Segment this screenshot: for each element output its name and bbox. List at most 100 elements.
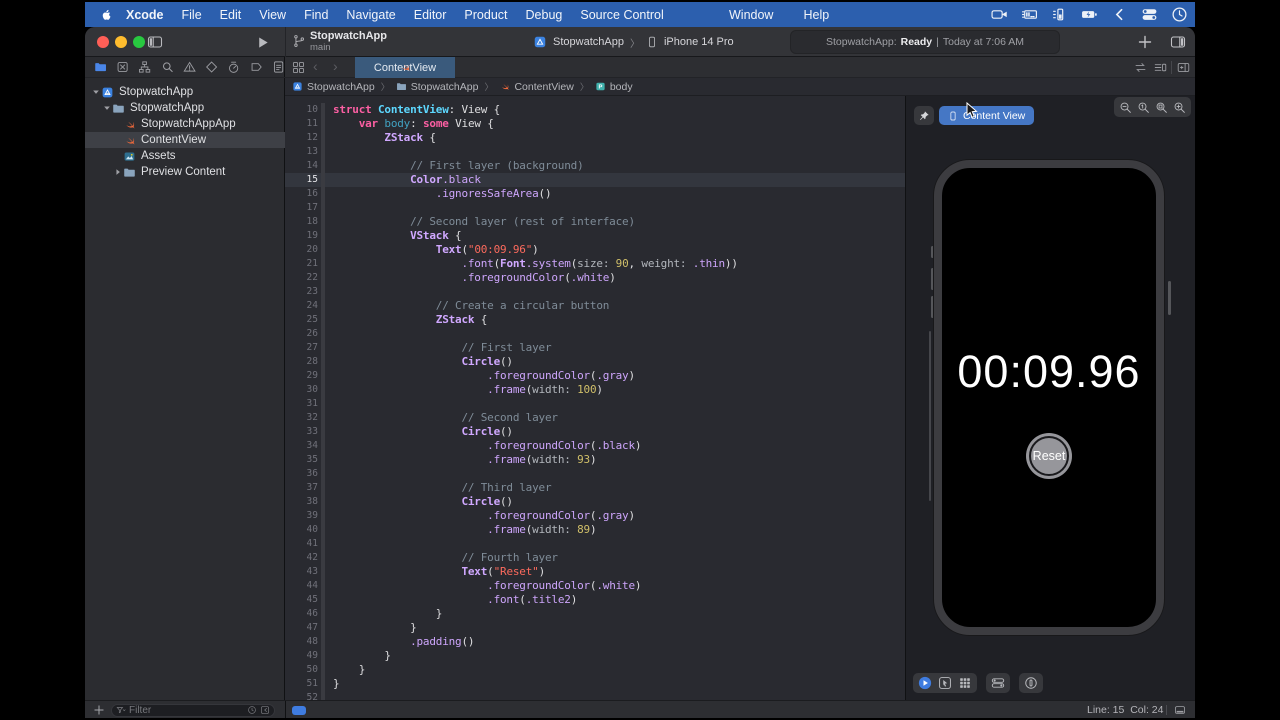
run-button[interactable]: [255, 35, 270, 50]
menu-help[interactable]: Help: [794, 8, 838, 22]
minimize-window-button[interactable]: [115, 36, 127, 48]
code-line-27[interactable]: 27 // First layer: [285, 341, 905, 355]
swap-editor-icon[interactable]: [1134, 61, 1147, 74]
code-line-34[interactable]: 34 .foregroundColor(.black): [285, 439, 905, 453]
screen-recording-icon[interactable]: [991, 6, 1008, 23]
run-destination[interactable]: iPhone 14 Pro: [664, 36, 734, 48]
breadcrumb-stopwatchapp[interactable]: StopwatchApp: [292, 81, 375, 93]
code-line-33[interactable]: 33 Circle(): [285, 425, 905, 439]
menu-debug[interactable]: Debug: [517, 8, 572, 22]
cpu-meter-icon[interactable]: [1021, 6, 1038, 23]
code-line-46[interactable]: 46 }: [285, 607, 905, 621]
code-line-43[interactable]: 43 Text("Reset"): [285, 565, 905, 579]
find-navigator-icon[interactable]: [161, 60, 174, 74]
display-toggles-icon[interactable]: [1141, 6, 1158, 23]
code-line-50[interactable]: 50 }: [285, 663, 905, 677]
source-control-navigator-icon[interactable]: [116, 60, 129, 74]
project-status[interactable]: StopwatchApp main: [292, 30, 387, 53]
breadcrumb-stopwatchapp[interactable]: StopwatchApp: [396, 81, 479, 93]
code-line-37[interactable]: 37 // Third layer: [285, 481, 905, 495]
code-line-48[interactable]: 48 .padding(): [285, 635, 905, 649]
recent-files-clock-icon[interactable]: [247, 705, 257, 715]
tree-item-stopwatchapp[interactable]: StopwatchApp: [85, 84, 285, 100]
code-line-51[interactable]: 51}: [285, 677, 905, 691]
add-editor-icon[interactable]: [1177, 61, 1190, 74]
code-line-30[interactable]: 30 .frame(width: 100): [285, 383, 905, 397]
toggle-inspector-icon[interactable]: [1170, 34, 1186, 50]
scheme-name[interactable]: StopwatchApp: [553, 36, 624, 48]
code-line-22[interactable]: 22 .foregroundColor(.white): [285, 271, 905, 285]
tree-item-assets[interactable]: Assets: [85, 148, 285, 164]
code-line-36[interactable]: 36: [285, 467, 905, 481]
menu-xcode[interactable]: Xcode: [117, 8, 173, 22]
issue-navigator-icon[interactable]: [183, 60, 196, 74]
code-line-39[interactable]: 39 .foregroundColor(.gray): [285, 509, 905, 523]
source-editor[interactable]: 10struct ContentView: View {11 var body:…: [285, 96, 905, 700]
code-line-15[interactable]: 15 Color.black: [285, 173, 905, 187]
zoom-out-icon[interactable]: [1119, 101, 1132, 114]
editor-options-icon[interactable]: [1154, 61, 1167, 74]
battery-icon[interactable]: [1081, 6, 1098, 23]
clock-icon[interactable]: [1171, 6, 1188, 23]
code-line-21[interactable]: 21 .font(Font.system(size: 90, weight: .…: [285, 257, 905, 271]
code-line-18[interactable]: 18 // Second layer (rest of interface): [285, 215, 905, 229]
code-line-11[interactable]: 11 var body: some View {: [285, 117, 905, 131]
code-line-40[interactable]: 40 .frame(width: 89): [285, 523, 905, 537]
symbol-navigator-icon[interactable]: [138, 60, 151, 74]
menu-product[interactable]: Product: [455, 8, 516, 22]
editor-mode-icon[interactable]: [1173, 704, 1187, 716]
environment-overrides-icon[interactable]: [1024, 676, 1038, 690]
zoom-100-icon[interactable]: [1137, 101, 1150, 114]
code-line-42[interactable]: 42 // Fourth layer: [285, 551, 905, 565]
reset-button[interactable]: Reset: [1026, 433, 1072, 479]
code-line-52[interactable]: 52: [285, 691, 905, 700]
menu-find[interactable]: Find: [295, 8, 337, 22]
selectable-mode-icon[interactable]: [938, 676, 952, 690]
library-add-icon[interactable]: [1137, 34, 1153, 50]
code-line-20[interactable]: 20 Text("00:09.96"): [285, 243, 905, 257]
menu-source-control[interactable]: Source Control: [571, 8, 672, 22]
tree-item-stopwatchappapp[interactable]: StopwatchAppApp: [85, 116, 285, 132]
code-line-16[interactable]: 16 .ignoresSafeArea(): [285, 187, 905, 201]
code-line-12[interactable]: 12 ZStack {: [285, 131, 905, 145]
code-line-26[interactable]: 26: [285, 327, 905, 341]
breakpoint-navigator-icon[interactable]: [250, 60, 263, 74]
code-line-38[interactable]: 38 Circle(): [285, 495, 905, 509]
code-line-47[interactable]: 47 }: [285, 621, 905, 635]
code-line-19[interactable]: 19 VStack {: [285, 229, 905, 243]
code-line-35[interactable]: 35 .frame(width: 93): [285, 453, 905, 467]
tree-item-preview-content[interactable]: Preview Content: [85, 164, 285, 180]
menu-window[interactable]: Window: [720, 8, 782, 22]
menu-edit[interactable]: Edit: [211, 8, 251, 22]
code-line-14[interactable]: 14 // First layer (background): [285, 159, 905, 173]
code-line-49[interactable]: 49 }: [285, 649, 905, 663]
code-line-13[interactable]: 13: [285, 145, 905, 159]
chevron-down-icon[interactable]: [102, 103, 112, 113]
code-line-31[interactable]: 31: [285, 397, 905, 411]
memory-meter-icon[interactable]: [1051, 6, 1068, 23]
code-line-23[interactable]: 23: [285, 285, 905, 299]
code-line-28[interactable]: 28 Circle(): [285, 355, 905, 369]
zoom-fit-icon[interactable]: [1155, 101, 1168, 114]
tab-contentview[interactable]: ContentView: [355, 57, 455, 78]
scheme-selector[interactable]: StopwatchApp 〉 iPhone 14 Pro: [533, 27, 734, 57]
debug-navigator-icon[interactable]: [227, 60, 240, 74]
test-navigator-icon[interactable]: [205, 60, 218, 74]
code-line-29[interactable]: 29 .foregroundColor(.gray): [285, 369, 905, 383]
code-line-10[interactable]: 10struct ContentView: View {: [285, 103, 905, 117]
preview-pin-button[interactable]: [914, 106, 934, 125]
canvas-scrollbar[interactable]: [929, 331, 931, 501]
source-control-filter-icon[interactable]: [260, 705, 270, 715]
zoom-window-button[interactable]: [133, 36, 145, 48]
code-line-25[interactable]: 25 ZStack {: [285, 313, 905, 327]
forward-chevron-icon[interactable]: ›: [333, 58, 338, 74]
navigator-filter-field[interactable]: Filter: [111, 704, 275, 717]
related-items-icon[interactable]: [292, 61, 305, 74]
report-navigator-icon[interactable]: [272, 60, 285, 74]
back-chevron-icon[interactable]: ‹: [313, 58, 318, 74]
menu-view[interactable]: View: [250, 8, 295, 22]
menu-navigate[interactable]: Navigate: [337, 8, 404, 22]
menu-editor[interactable]: Editor: [405, 8, 456, 22]
code-line-44[interactable]: 44 .foregroundColor(.white): [285, 579, 905, 593]
add-file-icon[interactable]: [93, 704, 105, 716]
